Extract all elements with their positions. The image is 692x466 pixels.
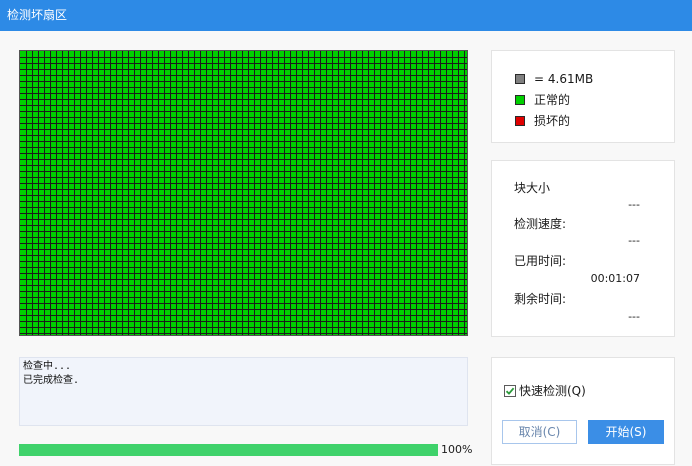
check-speed-value: --- [628, 234, 640, 247]
title-bar: 检测坏扇区 [0, 0, 692, 31]
log-line: 已完成检查. [23, 375, 80, 386]
elapsed-time-value: 00:01:07 [590, 272, 640, 285]
quick-check-checkbox[interactable] [504, 385, 516, 397]
window-title: 检测坏扇区 [7, 8, 68, 22]
legend-item-damaged: 损坏的 [515, 114, 570, 128]
log-output[interactable]: 检查中... 已完成检查. [19, 357, 468, 426]
legend-panel: = 4.61MB 正常的 损坏的 [491, 50, 675, 143]
quick-check-label[interactable]: 快速检测(Q) [519, 384, 586, 398]
dialog-body: = 4.61MB 正常的 损坏的 块大小 --- 检测速度: --- 已用时间:… [0, 31, 692, 466]
sector-map [19, 50, 468, 336]
red-block-swatch-icon [515, 116, 525, 126]
block-size-value: --- [628, 198, 640, 211]
legend-item-normal: 正常的 [515, 93, 570, 107]
checkmark-icon [505, 387, 515, 395]
log-line: 检查中... [23, 361, 72, 372]
legend-label-normal: 正常的 [534, 93, 571, 107]
remaining-time-value: --- [628, 310, 640, 323]
check-speed-label: 检测速度: [514, 217, 567, 231]
stats-panel: 块大小 --- 检测速度: --- 已用时间: 00:01:07 剩余时间: -… [491, 160, 675, 337]
controls-panel: 快速检测(Q) 取消(C) 开始(S) [491, 357, 675, 465]
start-button[interactable]: 开始(S) [588, 420, 664, 444]
legend-label-block-size: = 4.61MB [534, 72, 594, 86]
progress-bar-fill [19, 444, 438, 456]
green-block-swatch-icon [515, 95, 525, 105]
elapsed-time-label: 已用时间: [514, 254, 567, 268]
legend-label-damaged: 损坏的 [534, 114, 571, 128]
progress-bar [19, 444, 438, 456]
legend-item-block-size: = 4.61MB [515, 72, 593, 86]
cancel-button[interactable]: 取消(C) [502, 420, 577, 444]
progress-percent: 100% [441, 443, 473, 456]
grey-block-swatch-icon [515, 74, 525, 84]
block-size-label: 块大小 [514, 181, 551, 195]
sector-block-grid [20, 51, 467, 335]
remaining-time-label: 剩余时间: [514, 292, 567, 306]
